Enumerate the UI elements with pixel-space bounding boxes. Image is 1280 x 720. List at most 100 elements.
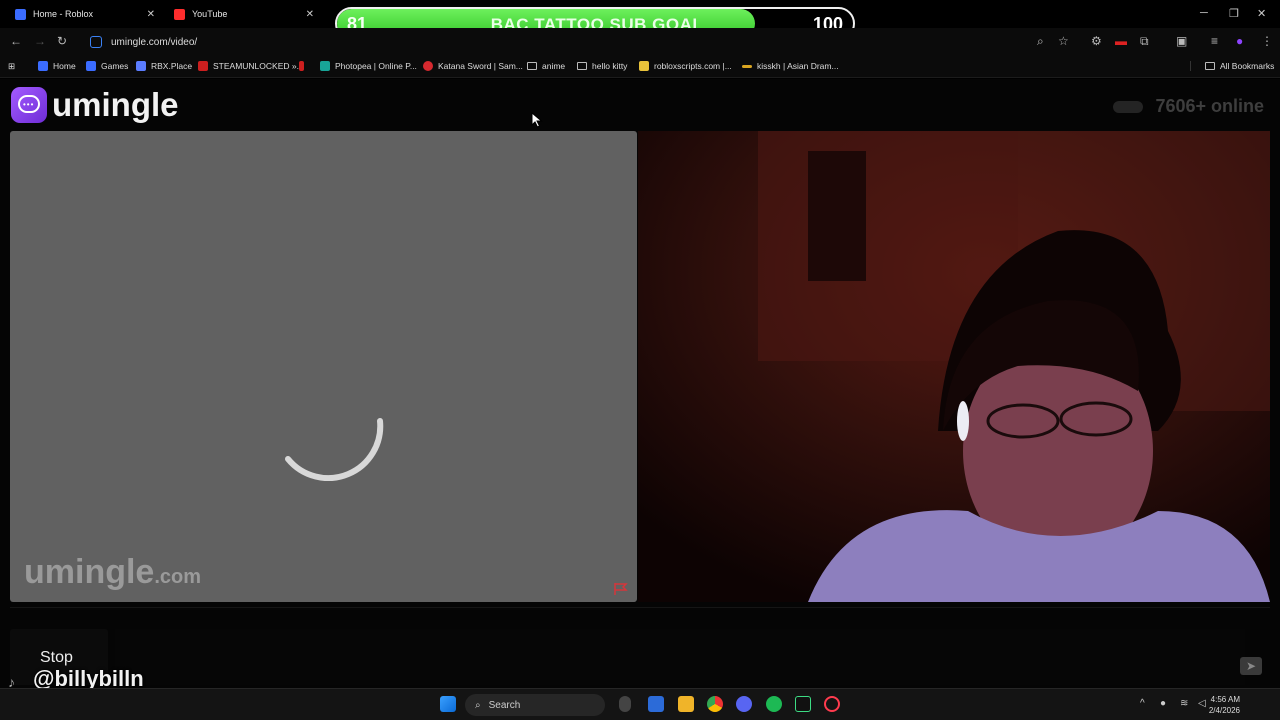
bookmark-home[interactable]: Home (38, 61, 76, 71)
clock-time: 4:56 AM (1210, 695, 1240, 704)
bookmark-label: RBX.Place (151, 61, 193, 71)
roblox-icon (86, 61, 96, 71)
watermark-tld: .com (154, 566, 202, 588)
bookmark-kisskh[interactable]: kisskh | Asian Dram... (742, 61, 839, 71)
clock-date: 2/4/2026 (1208, 706, 1240, 715)
widgets-icon[interactable] (648, 696, 664, 712)
red-site-icon (299, 61, 304, 71)
close-tab-icon[interactable]: ✕ (306, 9, 314, 20)
bookmark-label: All Bookmarks (1220, 61, 1275, 71)
start-windows-icon[interactable] (440, 696, 456, 712)
extension-icon[interactable]: ⚙ (1091, 34, 1102, 48)
folder-icon (1205, 62, 1215, 70)
extensions-puzzle-icon[interactable]: ⧉ (1140, 34, 1149, 49)
bookmark-label: Katana Sword | Sam... (438, 61, 523, 71)
spotify-icon[interactable] (766, 696, 782, 712)
bookmark-games[interactable]: Games (86, 61, 128, 71)
opera-icon[interactable] (824, 696, 840, 712)
photopea-icon (320, 61, 330, 71)
url-text: umingle.com/video/ (111, 36, 198, 48)
tab-title: YouTube (192, 9, 228, 19)
online-indicator: 7606+ online (1113, 96, 1264, 117)
report-flag-icon[interactable] (613, 582, 629, 596)
windows-taskbar: ⌕ Search ^ ● ≋ ◁ 4:56 AM 2/4/2026 (0, 688, 1280, 720)
media-controls-icon[interactable]: ≡ (1211, 34, 1218, 48)
chrome-icon[interactable] (707, 696, 723, 712)
minimize-icon[interactable]: ─ (1200, 7, 1208, 19)
bookmark-rbx-place[interactable]: RBX.Place (136, 61, 192, 71)
bookmark-star-icon[interactable]: ☆ (1058, 34, 1069, 48)
watermark-brand: umingle (24, 553, 155, 591)
self-camera-video (638, 131, 1270, 602)
bookmark-steamunlocked[interactable]: STEAMUNLOCKED »... (198, 61, 304, 71)
bookmark-label: STEAMUNLOCKED »... (213, 61, 304, 71)
search-placeholder: Search (488, 699, 521, 711)
tab-roblox[interactable]: Home - Roblox ✕ (5, 2, 165, 26)
youtube-favicon-icon (174, 8, 185, 20)
browser-toolbar: ← → ↻ umingle.com/video/ ⌕ ☆ ⚙ ▬ ⧉ ▣ ≡ ●… (0, 28, 1280, 56)
kisskh-icon (742, 64, 752, 68)
umingle-logo[interactable]: ••• umingle (11, 86, 179, 124)
folder-icon (577, 62, 587, 70)
tab-title: Home - Roblox (33, 9, 94, 19)
mouse-cursor-icon (531, 112, 543, 128)
tray-chevron-icon[interactable]: ^ (1140, 698, 1145, 709)
file-explorer-icon[interactable] (678, 696, 694, 712)
bookmark-label: Home (53, 61, 76, 71)
bookmark-folder-anime[interactable]: anime (527, 61, 565, 71)
search-icon: ⌕ (475, 699, 481, 711)
reload-icon[interactable]: ↻ (57, 34, 67, 48)
steamunlocked-icon (198, 61, 208, 71)
all-bookmarks[interactable]: All Bookmarks (1190, 61, 1274, 71)
bookmark-label: Photopea | Online P... (335, 61, 417, 71)
zoom-icon[interactable]: ⌕ (1037, 34, 1044, 49)
menu-kebab-icon[interactable]: ⋮ (1261, 34, 1273, 48)
bookmark-label: kisskh | Asian Dram... (757, 61, 839, 71)
robloxscripts-icon (639, 61, 649, 71)
microphone-icon[interactable]: ● (1160, 698, 1166, 709)
apps-grid-icon[interactable]: ⊞ (8, 61, 15, 72)
taskbar-search[interactable]: ⌕ Search (465, 694, 605, 716)
online-toggle-icon (1113, 100, 1144, 113)
tab-youtube[interactable]: YouTube ✕ (164, 2, 324, 26)
discord-icon[interactable] (736, 696, 752, 712)
mouse-app-icon[interactable] (619, 696, 631, 712)
roblox-favicon-icon (15, 8, 26, 20)
online-count: 7606+ online (1155, 96, 1264, 116)
wifi-icon[interactable]: ≋ (1180, 698, 1188, 709)
bookmark-folder-hello-kitty[interactable]: hello kitty (577, 61, 627, 71)
split-view-icon[interactable]: ▣ (1176, 34, 1187, 48)
stranger-video: umingle.com (10, 131, 637, 602)
extension-red-icon[interactable]: ▬ (1115, 34, 1127, 48)
bookmark-label: robloxscripts.com |... (654, 61, 732, 71)
site-info-icon[interactable] (90, 36, 102, 48)
chat-input[interactable] (115, 629, 1245, 685)
bookmark-photopea[interactable]: Photopea | Online P... (320, 61, 417, 71)
send-icon[interactable]: ➤ (1240, 657, 1262, 675)
forward-icon[interactable]: → (34, 34, 46, 48)
profile-avatar[interactable]: ● (1236, 34, 1243, 48)
bookmark-katana[interactable]: Katana Sword | Sam... (423, 61, 523, 71)
bookmark-robloxscripts[interactable]: robloxscripts.com |... (639, 61, 732, 71)
rbx-place-icon (136, 61, 146, 71)
volume-icon[interactable]: ◁ (1198, 698, 1206, 709)
address-bar[interactable]: umingle.com/video/ (82, 31, 1082, 53)
bookmark-label: anime (542, 61, 566, 71)
taskbar-clock[interactable]: 4:56 AM 2/4/2026 (1209, 694, 1240, 716)
video-watermark: umingle.com (24, 553, 201, 592)
brand-name: umingle (52, 86, 179, 123)
loading-spinner-icon (285, 418, 384, 481)
chat-divider (10, 607, 1270, 623)
close-tab-icon[interactable]: ✕ (147, 9, 155, 20)
bookmarks-bar: ⊞ Home Games RBX.Place STEAMUNLOCKED »..… (0, 56, 1280, 78)
chat-bubble-icon: ••• (11, 87, 47, 123)
restore-icon[interactable]: ❐ (1229, 7, 1239, 20)
bookmark-label: hello kitty (592, 61, 628, 71)
back-icon[interactable]: ← (10, 34, 22, 48)
close-window-icon[interactable]: ✕ (1257, 7, 1266, 20)
bookmark-label: Games (101, 61, 129, 71)
katana-site-icon (423, 61, 433, 71)
roblox-icon (38, 61, 48, 71)
bookmark-unnamed[interactable] (299, 61, 309, 71)
capcut-icon[interactable] (795, 696, 811, 712)
